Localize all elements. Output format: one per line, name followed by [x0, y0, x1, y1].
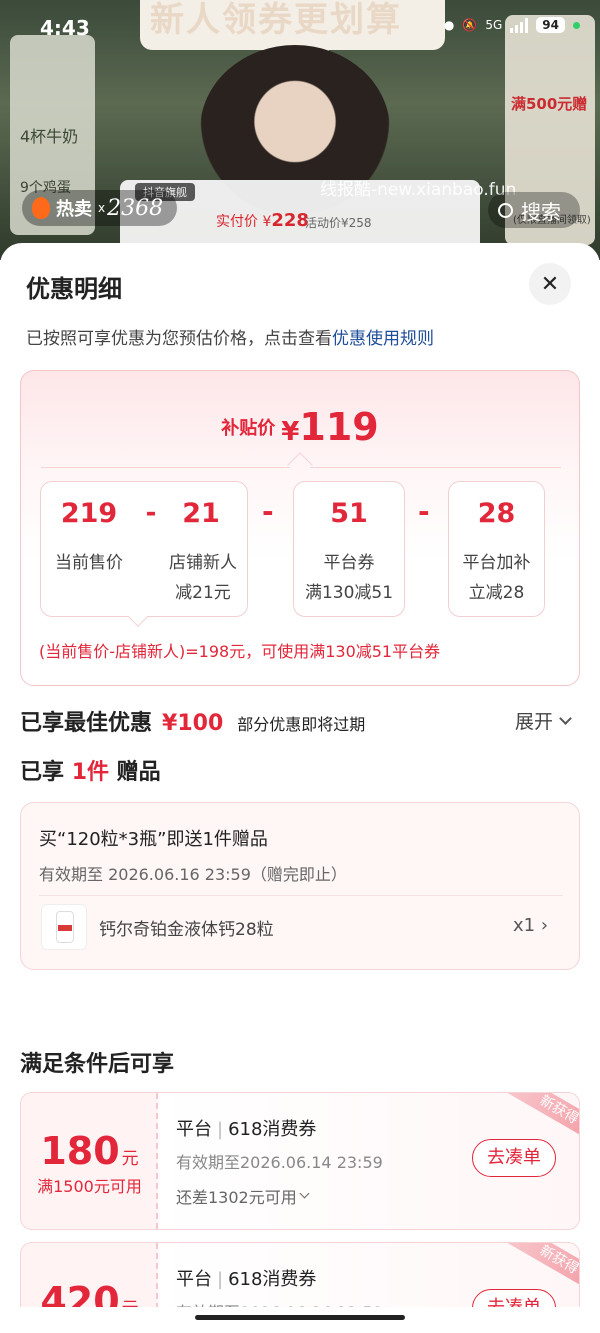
hot-sale-count: 2368: [107, 195, 164, 221]
expand-label: 展开: [515, 711, 554, 733]
close-button[interactable]: ✕: [529, 263, 571, 305]
home-indicator[interactable]: [195, 1315, 405, 1320]
conditional-heading: 满足条件后可享: [20, 1052, 175, 1077]
network-label: 5G: [485, 18, 503, 32]
current-price-label: 当前售价: [55, 553, 123, 573]
coupon-condition: 满1500元可用: [37, 1177, 142, 1196]
product-card-price: 实付价 ¥228: [216, 210, 309, 231]
hot-sale-times: x: [98, 201, 106, 215]
current-price-value: 219: [60, 498, 118, 529]
platform-coupon-sub: 满130减51: [304, 583, 394, 603]
platform-coupon-label: 平台券: [323, 553, 375, 573]
price-box-current-and-shop: 219 - 21 当前售价 店铺新人 减21元: [40, 481, 248, 617]
expand-button[interactable]: 展开: [515, 707, 572, 734]
hot-sale-badge[interactable]: 热卖 x 2368: [22, 190, 178, 226]
right-panel-promo: 满500元赠: [511, 95, 588, 113]
sheet-description: 已按照可享优惠为您预估价格，点击查看优惠使用规则: [26, 324, 434, 349]
coupon-amount-unit: 元: [121, 1149, 139, 1169]
expiring-notice: 部分优惠即将过期: [237, 715, 366, 734]
left-panel-line1: 4杯牛奶: [20, 127, 79, 146]
coupon-amount: 180 元: [21, 1129, 158, 1173]
coupon-type: 平台: [176, 1269, 212, 1290]
chevron-right-icon: ›: [540, 915, 549, 936]
gift-heading: 已享 1件 赠品: [20, 754, 161, 786]
gift-suffix: 赠品: [116, 760, 161, 785]
banner-text: 新人领券更划算: [150, 0, 402, 40]
coupon-amount-panel: 180 元 满1500元可用: [21, 1093, 158, 1229]
gift-qty-value: x1: [513, 915, 536, 936]
coupon-amount-value: 180: [40, 1129, 120, 1173]
search-button[interactable]: 搜索: [488, 192, 580, 228]
platform-bonus-value: 28: [477, 498, 516, 529]
add-items-button[interactable]: 去凑单: [472, 1139, 556, 1177]
gift-validity: 有效期至 2026.06.16 23:59（赠完即止）: [39, 865, 347, 884]
privacy-dot-icon: [573, 21, 580, 29]
gift-item-qty[interactable]: x1 ›: [513, 915, 548, 936]
gift-count: 1件: [71, 760, 109, 785]
search-icon: [498, 202, 513, 218]
coupon-name: 618消费券: [228, 1119, 317, 1140]
coupon-info-panel: 平台 | 618消费券 有效期至2026.06.14 23:59 还差1302元可用…: [158, 1093, 579, 1229]
bottle-icon: [56, 911, 74, 943]
shop-new-sub: 减21元: [175, 583, 231, 603]
bottom-fade: [0, 1307, 600, 1333]
bell-muted-icon: 🔕: [462, 18, 478, 32]
price-box-platform-coupon: 51 平台券 满130减51: [293, 481, 405, 617]
coupon-name: 618消费券: [228, 1269, 317, 1290]
divider-notch: [287, 452, 313, 478]
product-card-activity: 活动价¥258: [305, 216, 372, 230]
shop-new-value: 21: [182, 498, 220, 529]
platform-bonus-sub: 立减28: [468, 583, 525, 603]
divider: [39, 895, 563, 896]
best-discount-title: 已享最佳优惠: [20, 711, 153, 736]
gift-condition: 买“120粒*3瓶”即送1件赠品: [39, 829, 268, 850]
description-text: 已按照可享优惠为您预估价格，点击查看: [26, 329, 332, 349]
coupon-shortfall-text: 还差1302元可用: [176, 1188, 297, 1207]
subsidy-currency: ¥: [281, 417, 300, 447]
watermark: 线报酷-new.xianbao.fun: [320, 180, 517, 200]
sheet-title: 优惠明细: [26, 275, 122, 303]
gift-card: 买“120粒*3瓶”即送1件赠品 有效期至 2026.06.16 23:59（赠…: [20, 802, 580, 970]
coupon-title: 平台 | 618消费券: [176, 1269, 317, 1290]
subsidy-price: 补贴价 ¥119: [21, 405, 579, 449]
close-icon: ✕: [540, 271, 560, 297]
minus-sign: -: [262, 495, 274, 528]
platform-bonus-label: 平台加补: [462, 553, 531, 573]
minus-sign: -: [418, 495, 430, 528]
gift-prefix: 已享: [20, 760, 65, 785]
coupon-title: 平台 | 618消费券: [176, 1119, 317, 1140]
price-calculation-card: 补贴价 ¥119 219 - 21 当前售价 店铺新人 减21元 - 51 平台券…: [20, 370, 580, 686]
gift-thumbnail: [41, 904, 87, 950]
battery-icon: 94: [536, 17, 565, 33]
platform-coupon-value: 51: [330, 498, 368, 529]
coupon-card: 180 元 满1500元可用 平台 | 618消费券 有效期至2026.06.14 2…: [20, 1092, 580, 1230]
calculation-note: (当前售价-店铺新人)=198元，可使用满130减51平台券: [39, 642, 441, 661]
coupon-validity: 有效期至2026.06.14 23:59: [176, 1153, 383, 1172]
chevron-down-icon: [299, 1188, 310, 1199]
search-label: 搜索: [521, 199, 561, 224]
chevron-down-icon: [559, 711, 572, 725]
best-discount-amount: ¥100: [162, 711, 224, 736]
gift-item-name: 钙尔奇铂金液体钙28粒: [99, 920, 274, 940]
usage-rules-link[interactable]: 优惠使用规则: [332, 329, 434, 349]
product-card-price-prefix: 实付价 ¥: [216, 214, 272, 230]
status-icons: ● 🔕 5G 94: [444, 17, 580, 33]
best-discount-row: 已享最佳优惠 ¥100 部分优惠即将过期: [20, 705, 365, 737]
fire-icon: [32, 197, 50, 219]
coupon-type: 平台: [176, 1119, 212, 1140]
hot-sale-label: 热卖: [56, 199, 92, 220]
location-icon: ●: [443, 18, 455, 32]
product-card-price-value: 228: [271, 210, 309, 231]
subsidy-price-value: 119: [299, 405, 379, 449]
signal-icon: [510, 17, 529, 33]
discount-detail-sheet: 优惠明细 ✕ 已按照可享优惠为您预估价格，点击查看优惠使用规则 补贴价 ¥119 …: [0, 243, 600, 1333]
subsidy-price-label: 补贴价: [221, 418, 276, 439]
shop-new-label: 店铺新人: [169, 553, 237, 573]
status-time: 4:43: [40, 16, 90, 40]
price-box-platform-bonus: 28 平台加补 立减28: [448, 481, 545, 617]
coupon-shortfall[interactable]: 还差1302元可用: [176, 1184, 310, 1208]
